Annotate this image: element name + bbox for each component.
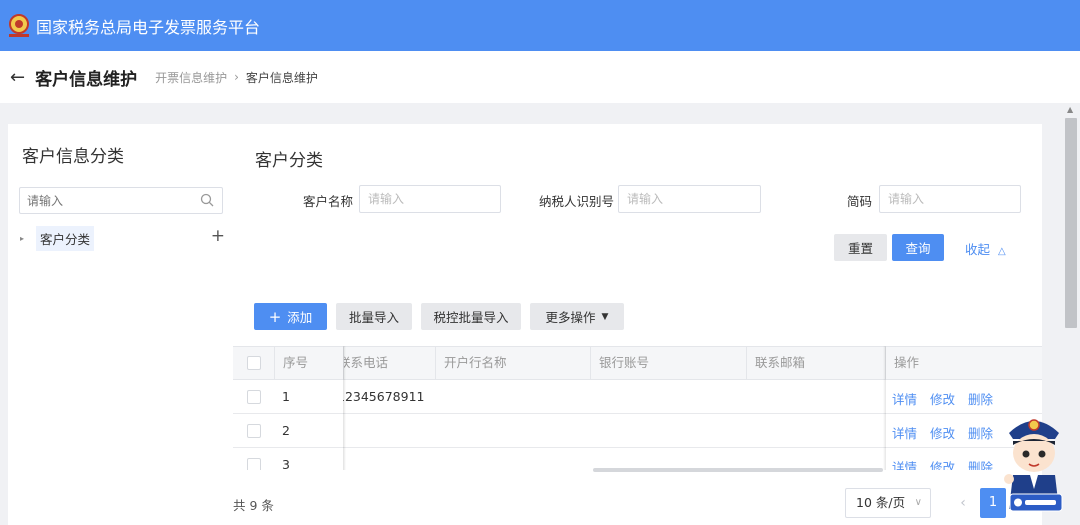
column-header-index: 序号 — [274, 347, 343, 379]
plus-icon: + — [268, 307, 282, 326]
add-category-icon[interactable]: + — [211, 226, 225, 246]
total-count: 共 9 条 — [233, 498, 274, 513]
chevron-down-icon[interactable]: ∨ — [915, 489, 922, 517]
delete-link[interactable]: 删除 — [968, 457, 993, 470]
edit-link[interactable]: 修改 — [930, 389, 955, 408]
page-header: ← 客户信息维护 开票信息维护 › 客户信息维护 — [0, 51, 1080, 103]
app-title: 国家税务总局电子发票服务平台 — [36, 17, 261, 37]
top-bar: 国家税务总局电子发票服务平台 — [0, 0, 1080, 51]
customer-name-label: 客户名称 — [303, 194, 354, 209]
breadcrumb-current: 客户信息维护 — [245, 70, 318, 85]
column-header-email: 联系邮箱 — [746, 347, 885, 379]
breadcrumb-separator-icon: › — [234, 70, 239, 84]
breadcrumb: 开票信息维护 › 客户信息维护 — [155, 69, 318, 86]
query-button[interactable]: 查询 — [892, 234, 944, 261]
tree-item-label[interactable]: 客户分类 — [36, 225, 95, 251]
page-size-select[interactable]: 10 条/页 ∨ — [845, 488, 931, 518]
tree-item-customer-category[interactable]: ▸ 客户分类 + — [20, 225, 225, 251]
delete-link[interactable]: 删除 — [968, 423, 993, 442]
chevron-up-icon[interactable]: △ — [998, 246, 1006, 257]
more-actions-label: 更多操作 — [545, 310, 596, 325]
breadcrumb-item[interactable]: 开票信息维护 — [155, 69, 227, 86]
page-title: 客户信息维护 — [35, 69, 138, 90]
row-phone-value: 12345678911 — [343, 389, 425, 404]
add-button-label: 添加 — [287, 310, 313, 325]
row-checkbox[interactable] — [247, 390, 261, 404]
short-code-input[interactable]: 请输入 — [879, 185, 1021, 213]
batch-import-button[interactable]: 批量导入 — [336, 303, 412, 330]
search-icon[interactable] — [200, 193, 214, 211]
caret-down-icon: ▼ — [601, 311, 609, 322]
sidebar-search-input[interactable] — [27, 193, 197, 208]
column-header-actions: 操作 — [885, 347, 1042, 379]
select-all-checkbox[interactable] — [247, 356, 261, 370]
main-panel: 客户分类 客户名称 请输入 纳税人识别号 请输入 简码 请输入 重置 查询 收起… — [233, 124, 1042, 525]
column-header-phone-label: 联系电话 — [343, 355, 389, 370]
taxpayer-id-label: 纳税人识别号 — [539, 194, 615, 209]
column-header-phone: 联系电话 — [343, 347, 435, 379]
back-arrow-icon[interactable]: ← — [10, 67, 25, 88]
detail-link[interactable]: 详情 — [892, 389, 917, 408]
column-header-bank-account: 银行账号 — [590, 347, 746, 379]
taxpayer-id-input[interactable]: 请输入 — [618, 185, 761, 213]
fixed-column-shadow — [343, 346, 346, 470]
collapse-toggle[interactable]: 收起 △ — [965, 239, 1006, 258]
detail-link[interactable]: 详情 — [892, 457, 917, 470]
short-code-label: 简码 — [847, 194, 873, 209]
fixed-column-shadow — [883, 346, 886, 470]
section-title: 客户分类 — [255, 151, 323, 171]
table-row: 1 12345678911 详情 修改 删除 — [233, 380, 1042, 414]
table-horizontal-scrollbar[interactable] — [593, 468, 883, 472]
table-header: 序号 联系电话 开户行名称 银行账号 联系邮箱 操作 — [233, 346, 1042, 380]
table-row: 3 详情 修改 删除 — [233, 448, 1042, 470]
column-header-bank-name: 开户行名称 — [435, 347, 590, 379]
tax-emblem-icon — [6, 13, 32, 39]
edit-link[interactable]: 修改 — [930, 423, 955, 442]
row-phone: 12345678911 — [343, 389, 435, 404]
row-index: 3 — [282, 457, 290, 470]
scrollbar-thumb[interactable] — [1065, 118, 1077, 328]
more-actions-button[interactable]: 更多操作 ▼ — [530, 303, 624, 330]
caret-right-icon[interactable]: ▸ — [20, 234, 30, 243]
collapse-label[interactable]: 收起 — [965, 242, 990, 257]
scroll-up-arrow-icon[interactable]: ▲ — [1067, 105, 1073, 114]
reset-button[interactable]: 重置 — [834, 234, 887, 261]
sidebar-title: 客户信息分类 — [22, 147, 124, 167]
edit-link[interactable]: 修改 — [930, 457, 955, 470]
prev-page-icon[interactable]: ‹ — [951, 488, 975, 518]
sidebar-search — [19, 187, 223, 214]
detail-link[interactable]: 详情 — [892, 423, 917, 442]
assistant-mascot-icon[interactable] — [1003, 405, 1065, 515]
row-index: 1 — [282, 389, 290, 404]
row-checkbox[interactable] — [247, 424, 261, 438]
row-checkbox[interactable] — [247, 458, 261, 470]
delete-link[interactable]: 删除 — [968, 389, 993, 408]
tax-batch-import-button[interactable]: 税控批量导入 — [421, 303, 521, 330]
table-row: 2 详情 修改 删除 — [233, 414, 1042, 448]
page-size-value[interactable]: 10 条/页 — [856, 495, 905, 510]
add-button[interactable]: + 添加 — [254, 303, 327, 330]
customer-name-input[interactable]: 请输入 — [359, 185, 501, 213]
row-index: 2 — [282, 423, 290, 438]
category-sidebar: 客户信息分类 ▸ 客户分类 + — [8, 124, 233, 525]
